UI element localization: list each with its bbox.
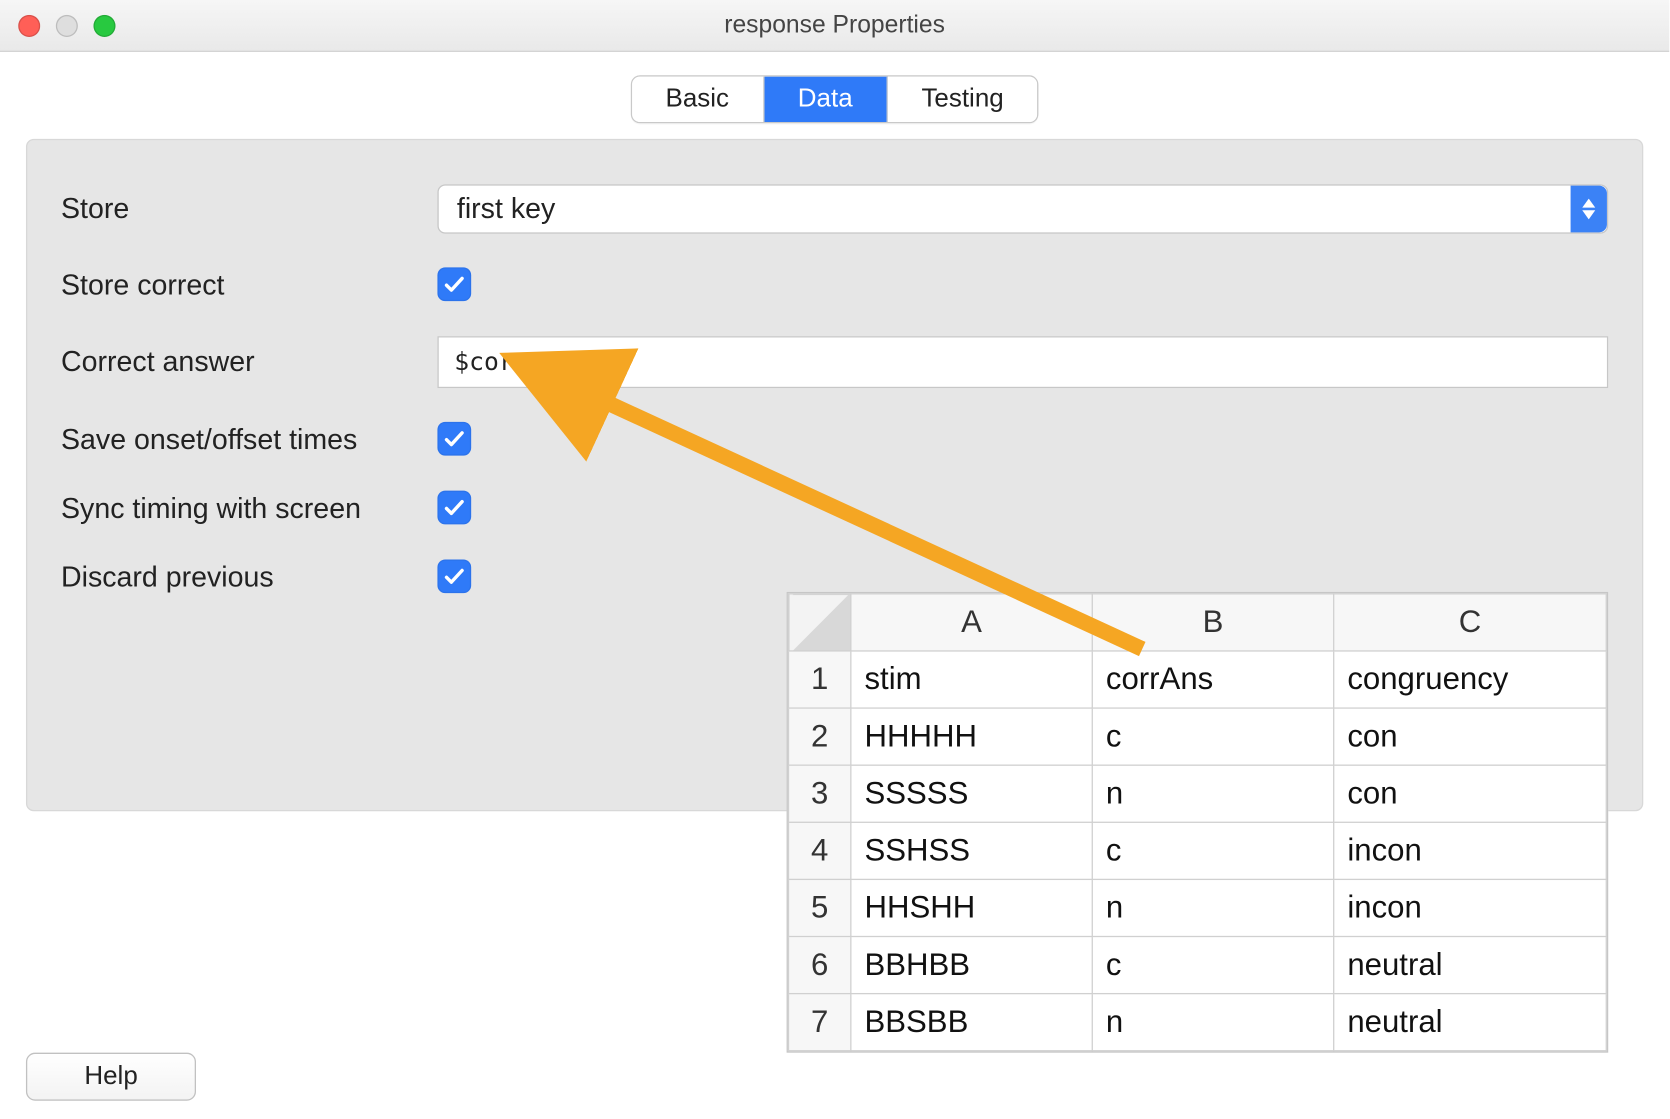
cell[interactable]: SSHSS bbox=[851, 822, 1092, 879]
cell[interactable]: c bbox=[1092, 708, 1333, 765]
store-dropdown[interactable]: first key bbox=[437, 184, 1608, 233]
cell[interactable]: SSSSS bbox=[851, 765, 1092, 822]
cell[interactable]: HHSHH bbox=[851, 879, 1092, 936]
table-row: 3 SSSSS n con bbox=[789, 765, 1607, 822]
tab-testing[interactable]: Testing bbox=[888, 77, 1038, 122]
store-value: first key bbox=[457, 192, 555, 226]
table-row: 4 SSHSS c incon bbox=[789, 822, 1607, 879]
cell[interactable]: BBSBB bbox=[851, 994, 1092, 1051]
tab-basic[interactable]: Basic bbox=[632, 77, 764, 122]
window-title: response Properties bbox=[724, 11, 945, 40]
tabs-container: Basic Data Testing bbox=[0, 52, 1669, 129]
table-row: 2 HHHHH c con bbox=[789, 708, 1607, 765]
cell[interactable]: congruency bbox=[1334, 651, 1607, 708]
cell[interactable]: incon bbox=[1334, 879, 1607, 936]
save-times-checkbox[interactable] bbox=[437, 422, 471, 456]
tab-data[interactable]: Data bbox=[764, 77, 888, 122]
row-header[interactable]: 6 bbox=[789, 937, 851, 994]
correct-answer-input[interactable]: $corrAns bbox=[437, 336, 1608, 388]
row-header[interactable]: 5 bbox=[789, 879, 851, 936]
correct-answer-label: Correct answer bbox=[61, 345, 437, 379]
store-correct-label: Store correct bbox=[61, 268, 437, 302]
cell[interactable]: incon bbox=[1334, 822, 1607, 879]
sheet-select-all[interactable] bbox=[789, 594, 851, 651]
table-row: 1 stim corrAns congruency bbox=[789, 651, 1607, 708]
cell[interactable]: neutral bbox=[1334, 937, 1607, 994]
check-icon bbox=[443, 496, 466, 519]
cell[interactable]: n bbox=[1092, 994, 1333, 1051]
window-traffic-lights bbox=[18, 14, 115, 36]
window-titlebar: response Properties bbox=[0, 0, 1669, 52]
row-header[interactable]: 7 bbox=[789, 994, 851, 1051]
row-header[interactable]: 4 bbox=[789, 822, 851, 879]
row-header[interactable]: 1 bbox=[789, 651, 851, 708]
cell[interactable]: BBHBB bbox=[851, 937, 1092, 994]
cell[interactable]: neutral bbox=[1334, 994, 1607, 1051]
sync-timing-checkbox[interactable] bbox=[437, 491, 471, 525]
col-header-B[interactable]: B bbox=[1092, 594, 1333, 651]
cell[interactable]: c bbox=[1092, 937, 1333, 994]
col-header-C[interactable]: C bbox=[1334, 594, 1607, 651]
cell[interactable]: n bbox=[1092, 879, 1333, 936]
cell[interactable]: corrAns bbox=[1092, 651, 1333, 708]
discard-previous-label: Discard previous bbox=[61, 560, 437, 594]
cell[interactable]: n bbox=[1092, 765, 1333, 822]
dropdown-stepper-icon bbox=[1571, 186, 1607, 233]
col-header-A[interactable]: A bbox=[851, 594, 1092, 651]
cell[interactable]: c bbox=[1092, 822, 1333, 879]
segmented-tabs: Basic Data Testing bbox=[630, 75, 1038, 123]
discard-previous-checkbox[interactable] bbox=[437, 559, 471, 593]
cell[interactable]: con bbox=[1334, 708, 1607, 765]
table-row: 6 BBHBB c neutral bbox=[789, 937, 1607, 994]
check-icon bbox=[443, 273, 466, 296]
table-row: 7 BBSBB n neutral bbox=[789, 994, 1607, 1051]
row-header[interactable]: 3 bbox=[789, 765, 851, 822]
check-icon bbox=[443, 427, 466, 450]
store-label: Store bbox=[61, 192, 437, 226]
help-button[interactable]: Help bbox=[26, 1053, 196, 1101]
cell[interactable]: con bbox=[1334, 765, 1607, 822]
minimize-icon[interactable] bbox=[56, 14, 78, 36]
correct-answer-value: $corrAns bbox=[454, 348, 573, 377]
row-header[interactable]: 2 bbox=[789, 708, 851, 765]
close-icon[interactable] bbox=[18, 14, 40, 36]
spreadsheet-overlay: A B C 1 stim corrAns congruency 2 HHHHH … bbox=[787, 592, 1609, 1053]
sync-timing-label: Sync timing with screen bbox=[61, 491, 437, 525]
check-icon bbox=[443, 565, 466, 588]
table-row: 5 HHSHH n incon bbox=[789, 879, 1607, 936]
store-correct-checkbox[interactable] bbox=[437, 267, 471, 301]
zoom-icon[interactable] bbox=[93, 14, 115, 36]
cell[interactable]: stim bbox=[851, 651, 1092, 708]
cell[interactable]: HHHHH bbox=[851, 708, 1092, 765]
save-times-label: Save onset/offset times bbox=[61, 422, 437, 456]
